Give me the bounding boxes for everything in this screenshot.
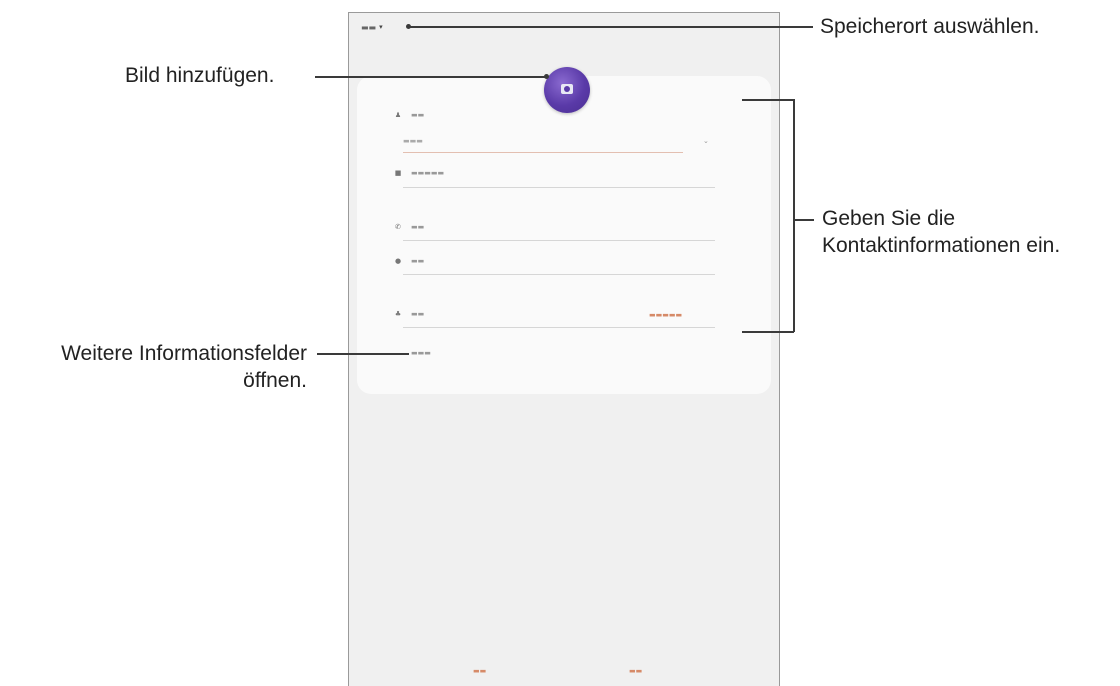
contact-info-callout-line2: Kontaktinformationen ein. [822,234,1061,257]
name-expand-chevron-icon[interactable]: ⌄ [703,137,709,145]
email-icon: ● [394,257,402,265]
more-fields-callout: Weitere Informationsfelder öffnen. [37,340,307,394]
name-input-underline [403,152,683,153]
contact-bracket-bottom [742,331,794,333]
add-image-leader-dot [544,74,549,79]
person-icon: ♟ [394,111,402,119]
add-image-button[interactable] [544,67,590,113]
contact-info-callout-line1: Geben Sie die [822,207,956,230]
storage-location-selector[interactable]: ▬▬ ▾ [361,19,383,35]
phone-field[interactable]: ✆ ▬▬ [393,223,424,231]
storage-leader-line [409,26,813,28]
contact-bracket-pointer [794,219,814,221]
storage-location-label: ▬▬ [361,22,377,32]
contact-bracket-top [742,99,794,101]
contact-info-callout: Geben Sie die Kontaktinformationen ein. [822,205,1060,259]
email-field-label: ▬▬ [411,257,425,265]
groups-field[interactable]: ♣ ▬▬ [393,310,424,318]
groups-underline [403,327,715,328]
phone-field-label: ▬▬ [411,223,425,231]
dropdown-caret-icon: ▾ [379,23,383,31]
storage-callout: Speicherort auswählen. [820,15,1040,38]
more-fields-leader-line [317,353,409,355]
more-fields-callout-line2: öffnen. [243,369,307,392]
groups-action[interactable]: ▬▬▬▬▬ [649,311,682,319]
email-field[interactable]: ● ▬▬ [393,257,424,265]
phone-icon: ✆ [395,223,401,231]
groups-field-label: ▬▬ [411,310,425,318]
add-image-leader-line [315,76,547,78]
cancel-button[interactable]: ▬▬ [473,667,486,675]
name-input[interactable]: ▬▬▬ [403,137,423,145]
more-fields-callout-line1: Weitere Informationsfelder [61,342,307,365]
contact-editor-screen: ▬▬ ▾ ♟ ▬▬ ▬▬▬ ⌄ ■ ▬▬▬▬▬ ✆ ▬▬ ● ▬▬ ♣ ▬▬ ▬… [348,12,780,686]
building-icon: ■ [394,169,402,177]
name-field-label: ▬▬ [411,111,425,119]
groups-icon: ♣ [394,310,402,318]
save-button[interactable]: ▬▬ [629,667,642,675]
company-field-label: ▬▬▬▬▬ [411,169,445,177]
add-image-callout: Bild hinzufügen. [125,64,275,87]
camera-icon [561,84,573,94]
more-fields-label: ▬▬▬ [411,349,431,357]
company-field[interactable]: ■ ▬▬▬▬▬ [393,169,444,177]
email-underline [403,274,715,275]
company-underline [403,187,715,188]
phone-underline [403,240,715,241]
name-field-header: ♟ ▬▬ [393,111,424,119]
contact-bracket-vertical [793,99,795,332]
contact-form-card [357,76,771,394]
